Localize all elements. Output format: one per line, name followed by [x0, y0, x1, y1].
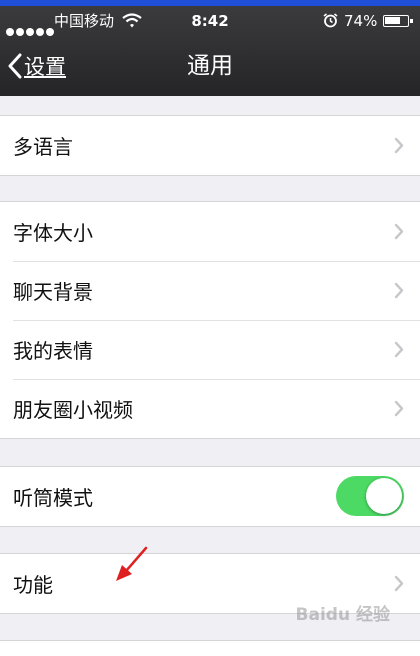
chevron-right-icon [394, 282, 404, 299]
battery-icon [383, 15, 413, 27]
list-item-moments-video[interactable]: 朋友圈小视频 [0, 379, 420, 438]
list-item-earpiece-mode: 听筒模式 [0, 467, 420, 526]
settings-group-earpiece: 听筒模式 [0, 466, 420, 527]
status-bar: 中国移动 8:42 74% [0, 6, 420, 36]
chevron-right-icon [394, 575, 404, 592]
earpiece-mode-toggle[interactable] [336, 476, 404, 516]
list-item-my-stickers[interactable]: 我的表情 [0, 320, 420, 379]
battery-percent: 74% [344, 12, 378, 30]
chevron-right-icon [394, 400, 404, 417]
settings-group-language: 多语言 [0, 115, 420, 176]
header: 中国移动 8:42 74% 设置 通用 [0, 6, 420, 96]
list-item-label: 多语言 [13, 135, 73, 159]
chevron-right-icon [394, 341, 404, 358]
toggle-knob [366, 478, 402, 514]
list-item-font-size[interactable]: 字体大小 [0, 202, 420, 261]
list-item-label: 字体大小 [13, 221, 93, 245]
next-group-edge [0, 640, 420, 656]
alarm-icon [323, 13, 338, 28]
list-item-label: 我的表情 [13, 339, 93, 363]
chevron-right-icon [394, 223, 404, 240]
list-item-chat-background[interactable]: 聊天背景 [0, 261, 420, 320]
annotation-arrow-icon [116, 546, 148, 581]
watermark: Baidu 经验 [295, 605, 390, 625]
page-title: 通用 [187, 53, 233, 79]
list-item-language[interactable]: 多语言 [0, 116, 420, 175]
chevron-right-icon [394, 137, 404, 154]
list-item-label: 朋友圈小视频 [13, 398, 133, 422]
list-item-label: 功能 [13, 573, 53, 597]
list-item-label: 听筒模式 [13, 486, 93, 510]
settings-group-display: 字体大小 聊天背景 我的表情 朋友圈小视频 [0, 201, 420, 439]
list-item-label: 聊天背景 [13, 280, 93, 304]
